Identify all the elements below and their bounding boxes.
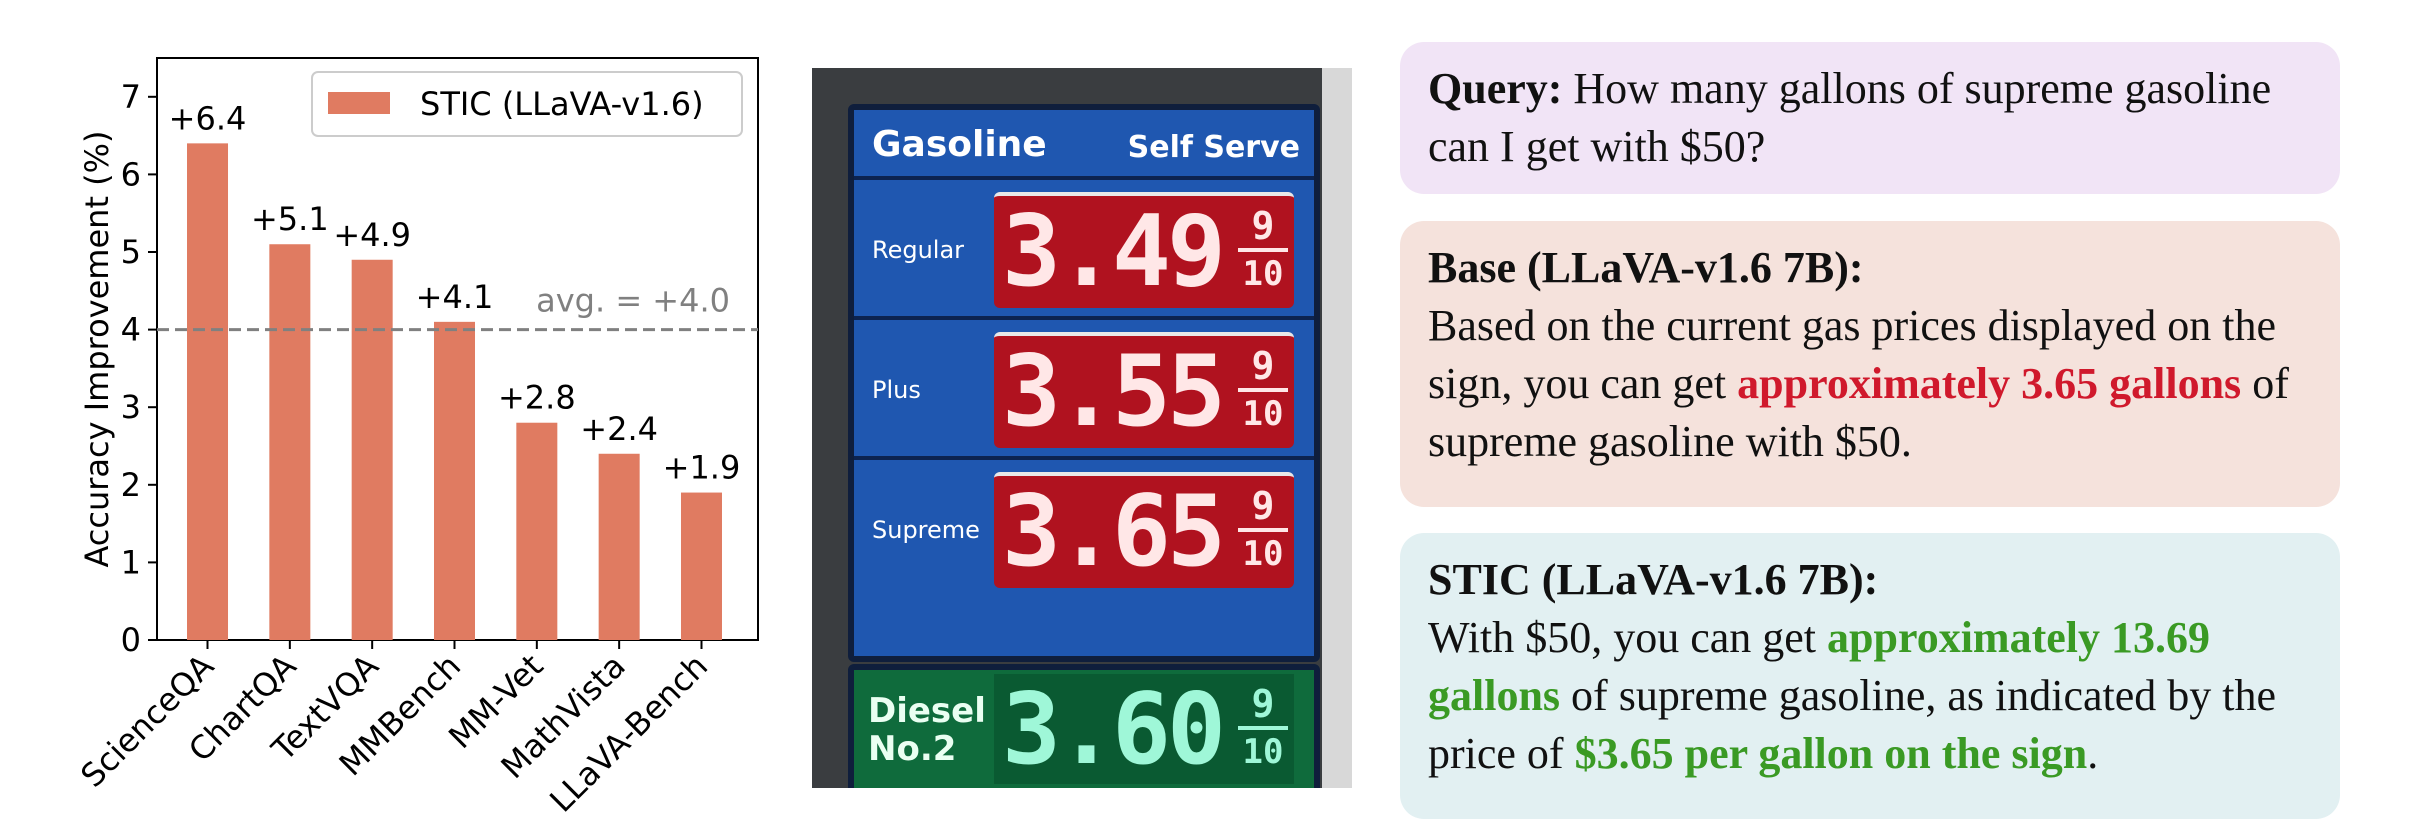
sign-row-plus: Plus 3.55 9 10 — [854, 316, 1314, 460]
diesel-price-display: 3.60 9 10 — [994, 673, 1294, 787]
bar-chartqa — [269, 244, 311, 641]
legend-swatch — [328, 92, 390, 114]
bar-mm-vet — [516, 422, 558, 640]
grade-label: Supreme — [872, 516, 980, 544]
stic-text-after: . — [2087, 729, 2099, 778]
grade-label: Regular — [872, 236, 965, 264]
diesel-label-line1: Diesel — [868, 691, 986, 731]
stic-title: STIC (LLaVA-v1.6 7B): — [1428, 555, 1879, 604]
fraction-denominator: 10 — [1242, 534, 1284, 574]
fraction-numerator: 9 — [1238, 484, 1288, 532]
fraction-numerator: 9 — [1238, 682, 1288, 730]
base-highlight: approximately 3.65 gallons — [1737, 359, 2242, 408]
stic-text-before: With $50, you can get — [1428, 613, 1828, 662]
data-label: +6.4 — [169, 99, 247, 137]
data-label: +1.9 — [663, 449, 741, 487]
diesel-label: Diesel No.2 — [868, 692, 986, 768]
y-tick-label: 5 — [121, 233, 141, 271]
bar-scienceqa — [187, 143, 229, 641]
bar-llava-bench — [680, 492, 722, 640]
sign-header: Gasoline Self Serve — [872, 122, 1300, 170]
base-title: Base (LLaVA-v1.6 7B): — [1428, 243, 1864, 292]
y-tick-label: 7 — [121, 78, 141, 116]
sign-brand: Gasoline — [872, 124, 1047, 165]
sign-row-supreme: Supreme 3.65 9 10 — [854, 456, 1314, 600]
legend-label: STIC (LLaVA-v1.6) — [420, 85, 704, 123]
data-label: +2.4 — [580, 410, 658, 448]
data-label: +4.9 — [333, 216, 411, 254]
base-answer-panel: Base (LLaVA-v1.6 7B): Based on the curre… — [1400, 221, 2340, 507]
y-tick-label: 1 — [121, 543, 141, 581]
fraction-numerator: 9 — [1238, 204, 1288, 252]
sign-edge — [1322, 68, 1352, 788]
price-display: 3.49 9 10 — [994, 192, 1294, 308]
price-value: 3.60 — [1002, 673, 1226, 787]
bar-mmbench — [434, 321, 475, 640]
price-fraction: 9 10 — [1238, 344, 1288, 436]
fraction-numerator: 9 — [1238, 344, 1288, 392]
average-label: avg. = +4.0 — [536, 282, 730, 320]
y-tick-label: 6 — [121, 155, 141, 193]
gas-price-sign: Gasoline Self Serve Regular 3.49 9 10 Pl… — [812, 68, 1352, 788]
query-panel: Query: How many gallons of supreme gasol… — [1400, 42, 2340, 194]
price-value: 3.55 — [1002, 335, 1226, 449]
gasoline-panel: Gasoline Self Serve Regular 3.49 9 10 Pl… — [848, 104, 1320, 662]
price-value: 3.49 — [1002, 195, 1226, 309]
y-tick-label: 4 — [121, 311, 141, 349]
price-display: 3.65 9 10 — [994, 472, 1294, 588]
price-fraction: 9 10 — [1238, 484, 1288, 576]
y-tick-label: 0 — [121, 621, 141, 659]
diesel-panel: Diesel No.2 3.60 9 10 — [848, 664, 1320, 788]
price-value: 3.65 — [1002, 475, 1226, 589]
price-fraction: 9 10 — [1238, 682, 1288, 774]
fraction-denominator: 10 — [1242, 254, 1284, 294]
bar-textvqa — [351, 259, 393, 640]
sign-self-serve: Self Serve — [1127, 130, 1300, 165]
price-display: 3.55 9 10 — [994, 332, 1294, 448]
query-label: Query: — [1428, 64, 1563, 113]
diesel-label-line2: No.2 — [868, 729, 957, 769]
stic-highlight-price: $3.65 per gallon on the sign — [1574, 729, 2088, 778]
fraction-denominator: 10 — [1242, 394, 1284, 434]
bar-mathvista — [598, 453, 640, 640]
fraction-denominator: 10 — [1242, 732, 1284, 772]
data-label: +5.1 — [251, 200, 329, 238]
stic-answer-panel: STIC (LLaVA-v1.6 7B): With $50, you can … — [1400, 533, 2340, 819]
y-tick-label: 2 — [121, 466, 141, 504]
bar-chart: 0 1 2 3 4 5 6 7 Accuracy Improvement (%) ScienceQ… — [0, 0, 790, 829]
y-tick-label: 3 — [121, 388, 141, 426]
data-label: +4.1 — [416, 278, 494, 316]
x-tick-label: ScienceQA — [73, 647, 221, 795]
price-fraction: 9 10 — [1238, 204, 1288, 296]
data-label: +2.8 — [498, 379, 576, 417]
grade-label: Plus — [872, 376, 921, 404]
sign-row-regular: Regular 3.49 9 10 — [854, 176, 1314, 320]
chart-svg: 0 1 2 3 4 5 6 7Accuracy Improvement (%) ScienceQ… — [73, 57, 759, 820]
y-axis-label: Accuracy Improvement (%) — [78, 130, 116, 567]
